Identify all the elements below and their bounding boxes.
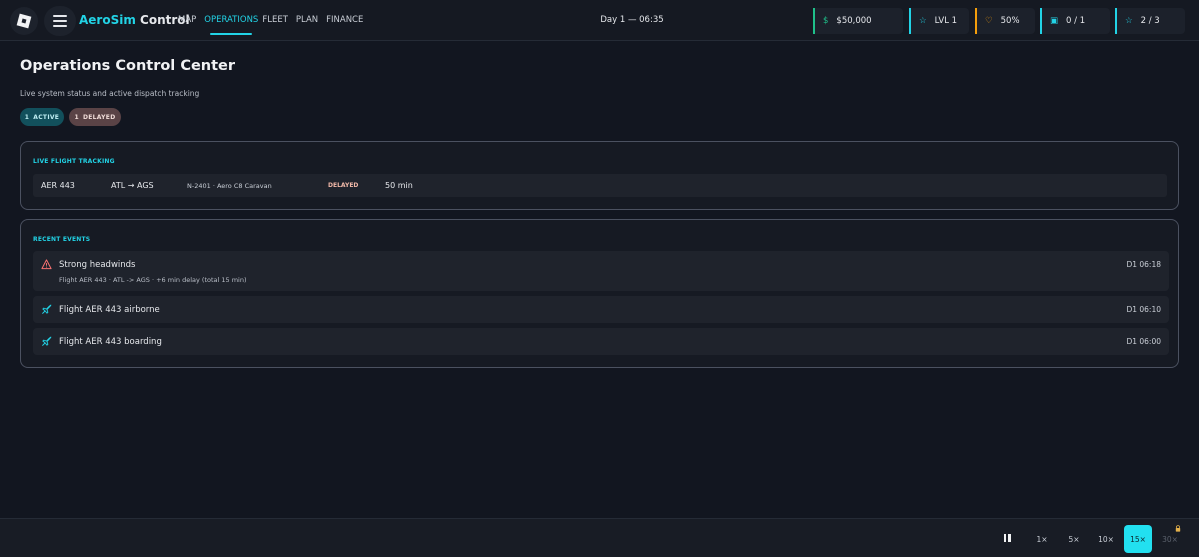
dollar-icon: $	[823, 16, 829, 26]
active-label: ACTIVE	[33, 113, 60, 121]
recent-events-panel: RECENT EVENTS Strong headwinds Flight AE…	[20, 219, 1179, 368]
active-count-badge[interactable]: 1 ACTIVE	[20, 108, 64, 126]
speed-1x-button[interactable]: 1×	[1028, 525, 1056, 553]
roblox-menu-button[interactable]	[10, 7, 38, 35]
reputation-stat[interactable]: ♡ 50%	[975, 8, 1035, 34]
event-item[interactable]: Strong headwinds Flight AER 443 · ATL ->…	[33, 251, 1169, 291]
event-time: D1 06:10	[1126, 305, 1161, 314]
flight-code: AER 443	[41, 181, 75, 190]
time-controls-bar: 1× 5× 10× 15× 30×	[0, 518, 1199, 557]
roblox-logo-icon	[16, 13, 32, 29]
event-item[interactable]: Flight AER 443 airborne D1 06:10	[33, 296, 1169, 323]
event-detail: Flight AER 443 · ATL -> AGS · +6 min del…	[59, 276, 247, 284]
speed-15x-button[interactable]: 15×	[1124, 525, 1152, 553]
page-subtitle: Live system status and active dispatch t…	[20, 89, 200, 98]
star-outline-icon: ☆	[1125, 16, 1133, 26]
pause-icon	[1003, 534, 1012, 544]
active-count: 1	[24, 113, 30, 121]
nav-finance[interactable]: FINANCE	[326, 0, 363, 41]
flight-row[interactable]: AER 443 ATL → AGS N-2401 · Aero C8 Carav…	[33, 174, 1167, 197]
speed-10x-button[interactable]: 10×	[1092, 525, 1120, 553]
pause-button[interactable]	[993, 525, 1021, 553]
tickets-value: 0 / 1	[1066, 16, 1086, 26]
event-time: D1 06:00	[1126, 337, 1161, 346]
event-item[interactable]: Flight AER 443 boarding D1 06:00	[33, 328, 1169, 355]
money-value: $50,000	[836, 16, 872, 26]
plane-icon	[42, 304, 52, 314]
app-brand: AeroSim Control	[79, 13, 190, 27]
heart-icon: ♡	[985, 16, 993, 26]
warning-icon	[41, 259, 52, 270]
delayed-count-badge[interactable]: 1 DELAYED	[69, 108, 121, 126]
top-bar: AeroSim Control MAP OPERATIONS FLEET PLA…	[0, 0, 1199, 41]
hamburger-menu-button[interactable]	[44, 6, 76, 36]
event-title: Flight AER 443 airborne	[59, 305, 160, 315]
live-flight-tracking-panel: LIVE FLIGHT TRACKING AER 443 ATL → AGS N…	[20, 141, 1179, 210]
flight-aircraft: N-2401 · Aero C8 Caravan	[187, 182, 272, 190]
lock-icon	[1175, 525, 1181, 532]
reputation-value: 50%	[1000, 16, 1020, 26]
brand-primary: AeroSim	[79, 13, 136, 27]
panel-title: LIVE FLIGHT TRACKING	[33, 158, 115, 165]
page-title: Operations Control Center	[20, 58, 236, 74]
speed-5x-button[interactable]: 5×	[1060, 525, 1088, 553]
event-title: Strong headwinds	[59, 260, 136, 270]
nav-map[interactable]: MAP	[178, 0, 196, 41]
flight-route: ATL → AGS	[111, 181, 154, 190]
panel-title: RECENT EVENTS	[33, 236, 91, 243]
tickets-stat[interactable]: ▣ 0 / 1	[1040, 8, 1110, 34]
delayed-label: DELAYED	[82, 113, 116, 121]
level-value: LVL 1	[934, 16, 958, 26]
money-stat[interactable]: $ $50,000	[813, 8, 903, 34]
delayed-count: 1	[74, 113, 79, 121]
flight-status-badge: DELAYED	[328, 182, 359, 189]
event-time: D1 06:18	[1126, 260, 1161, 269]
stars-stat[interactable]: ☆ 2 / 3	[1115, 8, 1185, 34]
plane-icon	[42, 336, 52, 346]
nav-fleet[interactable]: FLEET	[262, 0, 288, 41]
level-stat[interactable]: ☆ LVL 1	[909, 8, 969, 34]
nav-operations[interactable]: OPERATIONS	[204, 0, 258, 41]
event-title: Flight AER 443 boarding	[59, 337, 162, 347]
flight-delay: 50 min	[385, 181, 413, 190]
stars-value: 2 / 3	[1140, 16, 1160, 26]
main-nav: MAP OPERATIONS FLEET PLAN FINANCE	[178, 0, 371, 41]
nav-plan[interactable]: PLAN	[296, 0, 318, 41]
star-icon: ☆	[919, 16, 927, 26]
game-clock: Day 1 — 06:35	[600, 15, 664, 25]
ticket-icon: ▣	[1050, 16, 1059, 26]
